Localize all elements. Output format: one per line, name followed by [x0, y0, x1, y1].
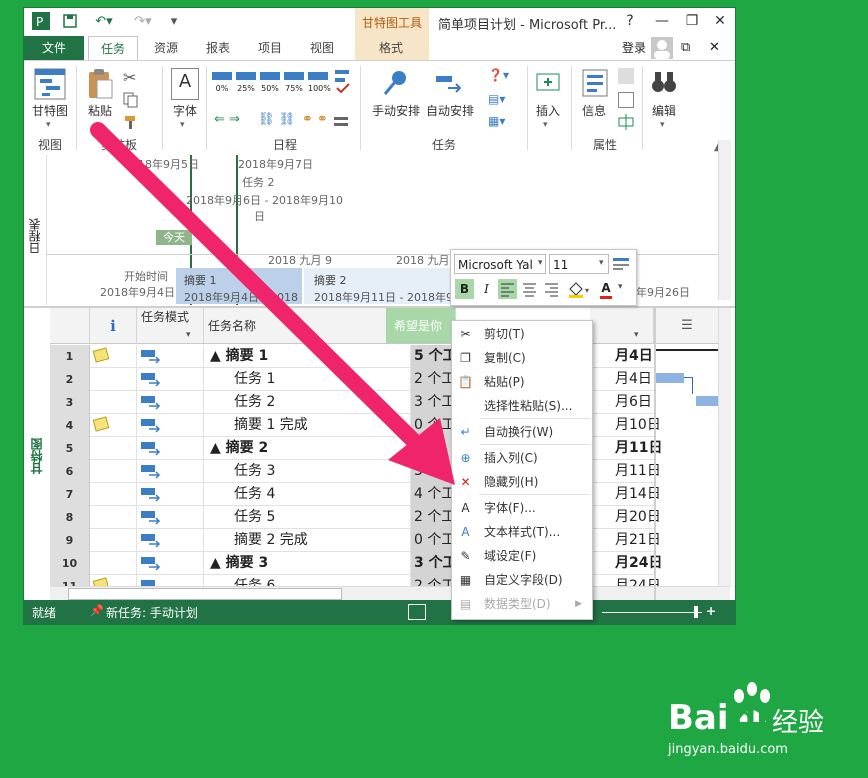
- watermark-brand: Bai: [668, 698, 729, 738]
- watermark-url: jingyan.baidu.com: [668, 742, 788, 757]
- baidu-watermark: Bai du 经验 jingyan.baidu.com: [668, 682, 858, 768]
- annotation-arrow: [90, 122, 455, 485]
- watermark-brand-du: du: [732, 698, 781, 738]
- watermark-cn: 经验: [772, 708, 825, 738]
